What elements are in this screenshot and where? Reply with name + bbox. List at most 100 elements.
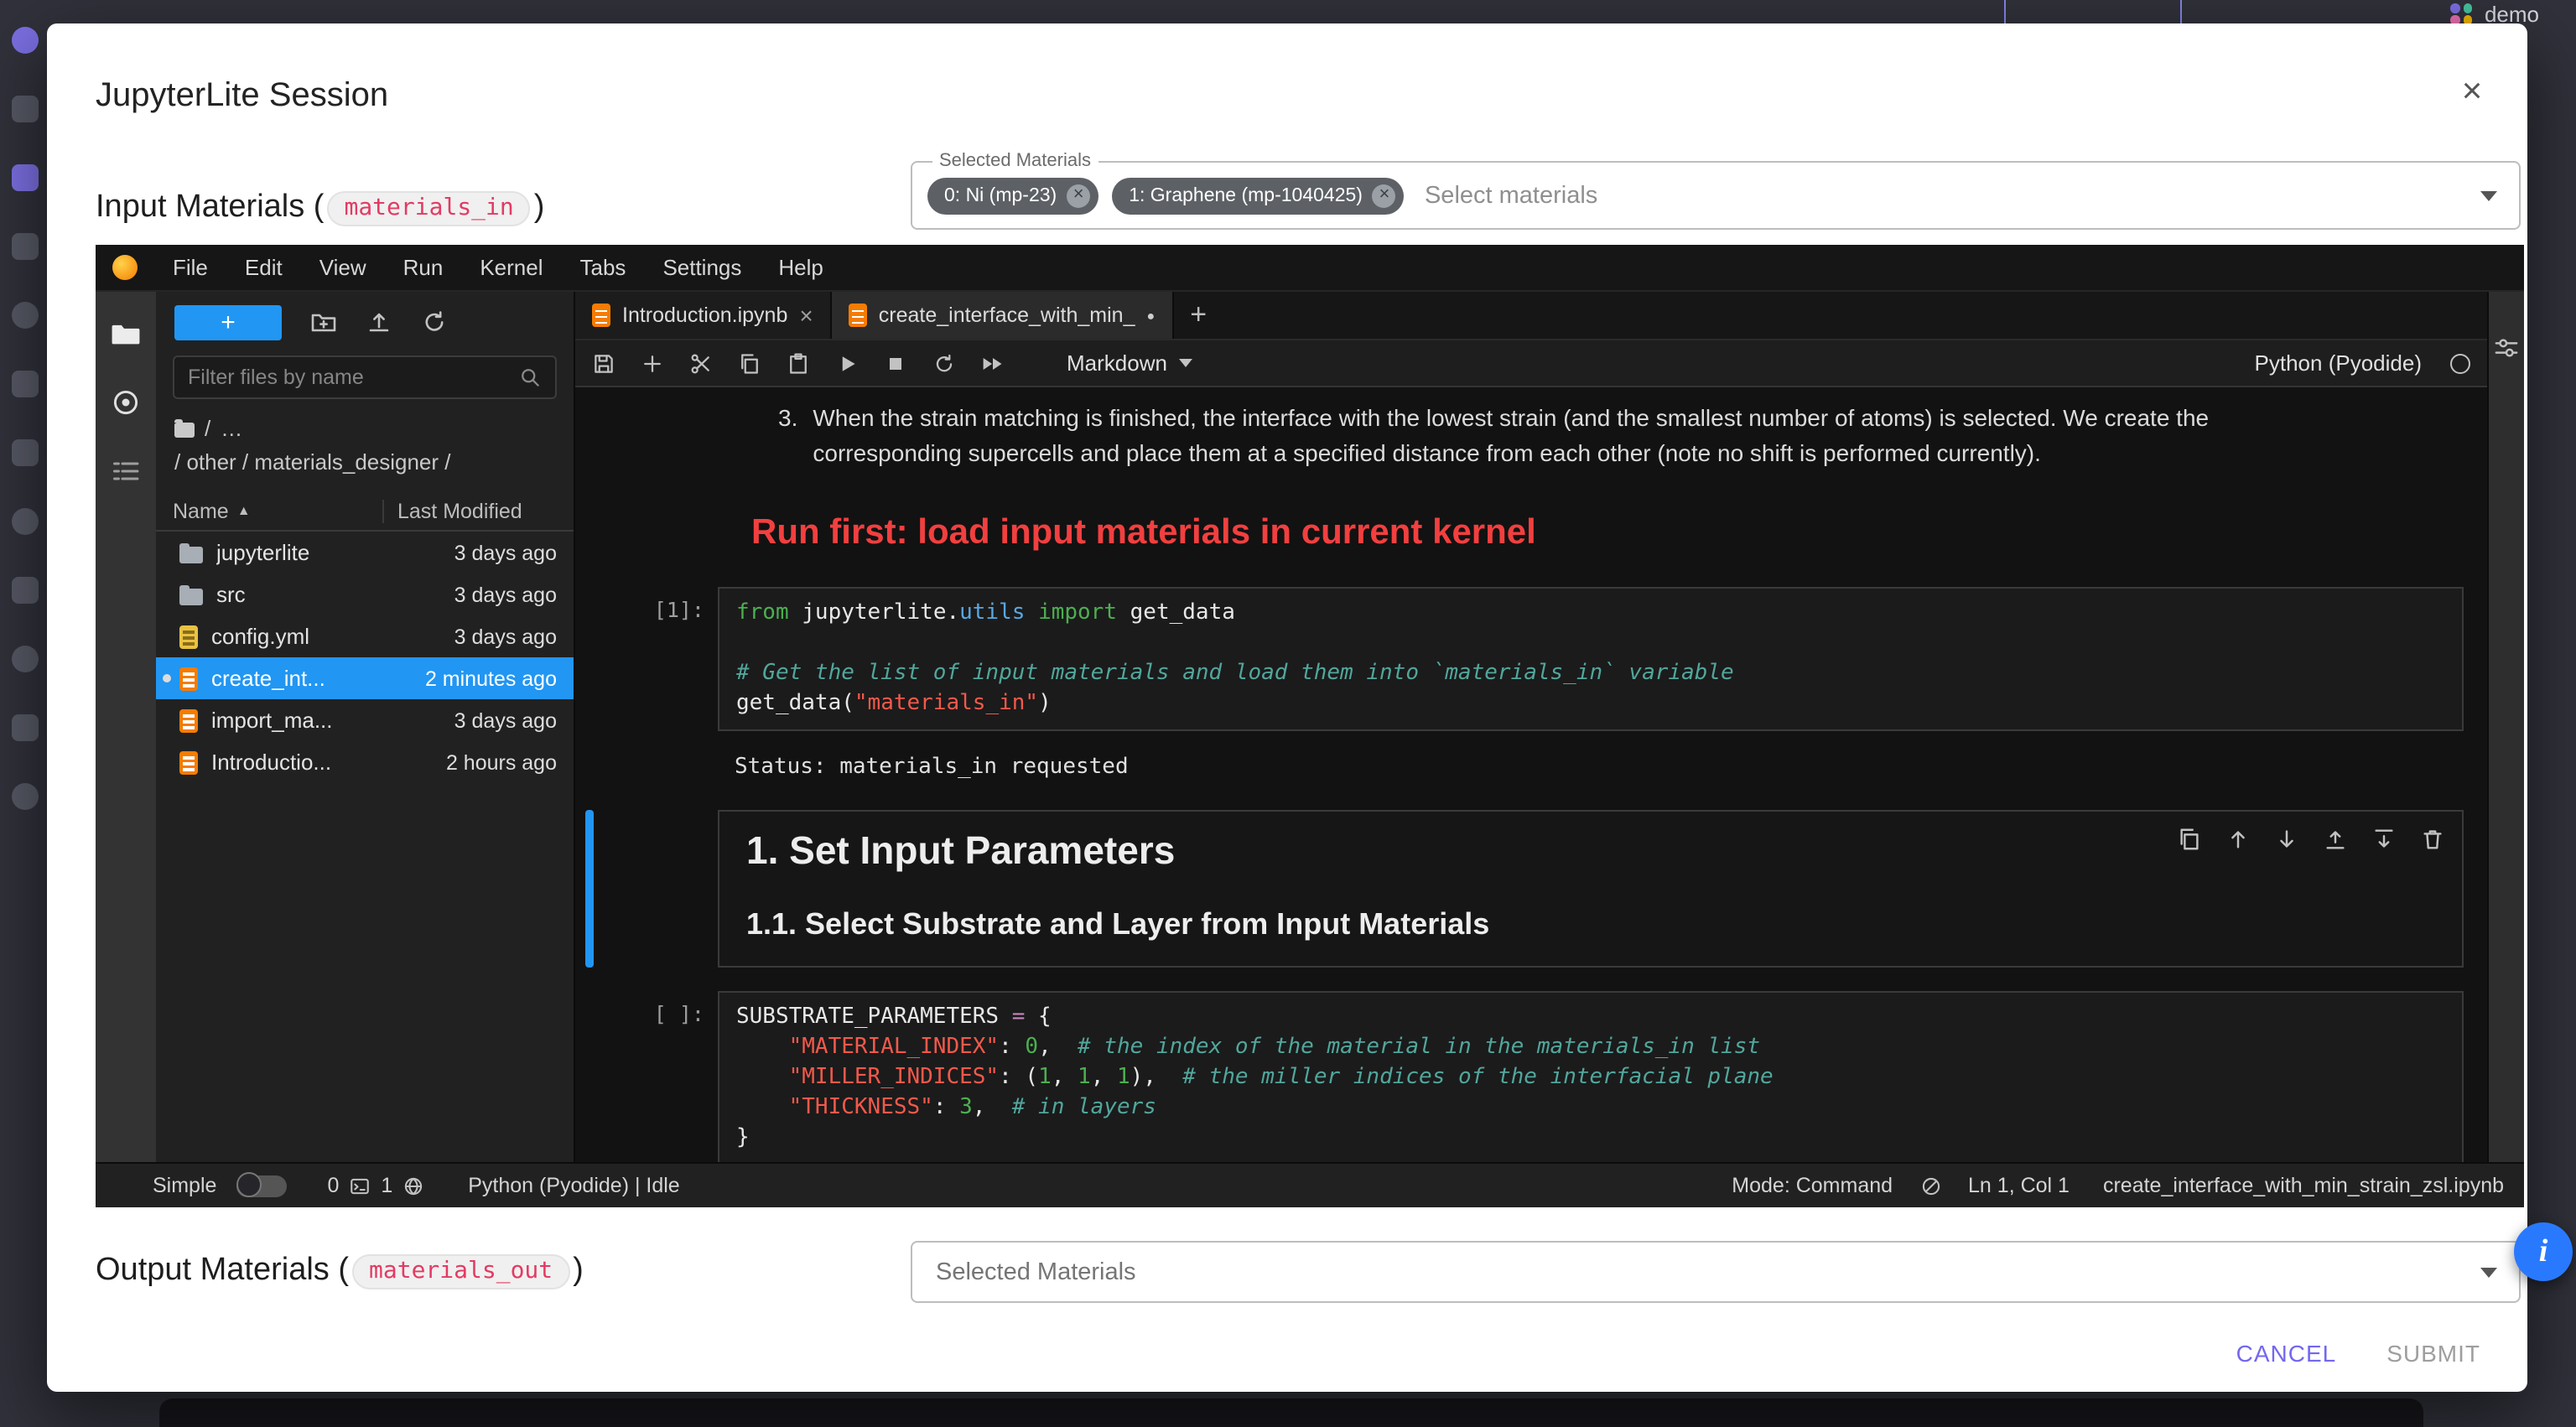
menu-item-file[interactable]: File: [154, 244, 226, 291]
home-folder-icon[interactable]: [174, 422, 195, 437]
stop-icon[interactable]: [884, 351, 907, 375]
column-name[interactable]: Name ▲: [173, 500, 382, 523]
restart-run-all-icon[interactable]: [981, 351, 1005, 375]
close-icon[interactable]: ×: [799, 302, 813, 329]
save-icon[interactable]: [592, 351, 615, 375]
file-row[interactable]: import_ma...3 days ago: [156, 700, 574, 742]
kernel-status-text[interactable]: Python (Pyodide) | Idle: [468, 1174, 679, 1197]
file-row[interactable]: Introductio...2 hours ago: [156, 742, 574, 784]
insert-cell-below-icon[interactable]: [2371, 827, 2397, 852]
cancel-button[interactable]: CANCEL: [2236, 1340, 2337, 1367]
new-tab-icon[interactable]: +: [1173, 292, 1223, 339]
command-mode-label[interactable]: Mode: Command: [1732, 1174, 1893, 1197]
filter-files-input[interactable]: Filter files by name: [173, 355, 557, 399]
new-launcher-button[interactable]: +: [174, 304, 282, 340]
trust-icon: [1919, 1175, 1941, 1196]
cell-type-dropdown[interactable]: Markdown: [1067, 350, 1192, 376]
new-folder-icon[interactable]: [310, 309, 337, 335]
restart-kernel-icon[interactable]: [932, 351, 956, 375]
delete-cell-icon[interactable]: [2420, 827, 2445, 852]
cell-collapser[interactable]: [585, 587, 594, 731]
cell-collapser[interactable]: [585, 401, 594, 553]
chip-delete-icon[interactable]: ×: [1373, 184, 1396, 207]
menu-item-run[interactable]: Run: [385, 244, 462, 291]
table-of-contents-icon[interactable]: [111, 456, 141, 486]
file-browser-icon[interactable]: [111, 319, 141, 349]
search-icon: [518, 366, 542, 389]
dirty-indicator-icon[interactable]: ●: [1147, 308, 1156, 323]
property-inspector-icon[interactable]: [2494, 335, 2519, 1162]
tab-create-interface-with-min-[interactable]: create_interface_with_min_●: [832, 292, 1173, 339]
menu-item-edit[interactable]: Edit: [226, 244, 301, 291]
tab-introduction-ipynb[interactable]: Introduction.ipynb ×: [575, 292, 832, 339]
menu-item-tabs[interactable]: Tabs: [562, 244, 645, 291]
close-icon[interactable]: ×: [2450, 70, 2494, 114]
output-materials-select[interactable]: Selected Materials: [911, 1241, 2521, 1303]
menu-item-kernel[interactable]: Kernel: [461, 244, 561, 291]
info-button[interactable]: i: [2514, 1222, 2573, 1281]
menu-item-help[interactable]: Help: [760, 244, 842, 291]
file-row[interactable]: src3 days ago: [156, 574, 574, 616]
filter-placeholder: Filter files by name: [188, 366, 364, 389]
run-icon[interactable]: [835, 351, 859, 375]
selected-markdown-cell[interactable]: 1. Set Input Parameters 1.1. Select Subs…: [585, 810, 2464, 968]
selected-materials-chips: 0: Ni (mp-23)× 1: Graphene (mp-1040425)×: [927, 177, 1405, 214]
paste-icon[interactable]: [787, 351, 810, 375]
file-row[interactable]: config.yml3 days ago: [156, 616, 574, 658]
execution-prompt: [ ]:: [600, 991, 718, 1162]
app-tool-icon: [12, 371, 39, 397]
material-chip[interactable]: 1: Graphene (mp-1040425)×: [1112, 177, 1405, 214]
code-cell[interactable]: [ ]: SUBSTRATE_PARAMETERS = { "MATERIAL_…: [585, 991, 2464, 1162]
column-last-modified[interactable]: Last Modified: [382, 500, 557, 523]
upload-icon[interactable]: [366, 309, 392, 335]
code-editor[interactable]: from jupyterlite.utils import get_data #…: [718, 587, 2464, 731]
copy-icon[interactable]: [738, 351, 761, 375]
terminals-count[interactable]: 0: [327, 1174, 339, 1197]
file-modified: 2 hours ago: [446, 751, 557, 775]
move-cell-up-icon[interactable]: [2225, 827, 2251, 852]
simple-mode-toggle[interactable]: [236, 1175, 287, 1196]
breadcrumb-path[interactable]: / other / materials_designer /: [174, 446, 555, 480]
material-chip[interactable]: 0: Ni (mp-23)×: [927, 177, 1098, 214]
chip-delete-icon[interactable]: ×: [1067, 184, 1090, 207]
cell-collapser[interactable]: [585, 810, 594, 968]
app-tool-icon: [12, 714, 39, 741]
menu-item-settings[interactable]: Settings: [644, 244, 760, 291]
menu-item-view[interactable]: View: [301, 244, 385, 291]
code-editor[interactable]: SUBSTRATE_PARAMETERS = { "MATERIAL_INDEX…: [718, 991, 2464, 1162]
cursor-position[interactable]: Ln 1, Col 1: [1968, 1174, 2070, 1197]
notebook-icon: [849, 304, 867, 327]
selected-materials-field[interactable]: Selected Materials 0: Ni (mp-23)×1: Grap…: [911, 161, 2521, 230]
chevron-down-icon[interactable]: [2480, 1268, 2497, 1278]
notebook-toolbar: Markdown Python (Pyodide): [575, 340, 2487, 387]
markdown-cell[interactable]: 3. When the strain matching is finished,…: [585, 401, 2464, 553]
running-kernels-icon[interactable]: [111, 387, 141, 418]
duplicate-cell-icon[interactable]: [2177, 827, 2202, 852]
file-row[interactable]: jupyterlite3 days ago: [156, 532, 574, 574]
background-panel: [159, 1398, 2423, 1427]
file-browser-panel: + Filter files by name: [156, 292, 575, 1162]
tab-label: Introduction.ipynb: [622, 304, 787, 327]
jupyter-logo-icon: [112, 255, 138, 280]
file-row[interactable]: create_int...2 minutes ago: [156, 658, 574, 700]
move-cell-down-icon[interactable]: [2274, 827, 2299, 852]
app-tool-icon: [12, 783, 39, 810]
kernels-count[interactable]: 1: [381, 1174, 392, 1197]
sort-asc-icon: ▲: [237, 504, 251, 519]
running-indicator: [163, 675, 171, 683]
active-filename[interactable]: create_interface_with_min_strain_zsl.ipy…: [2103, 1174, 2504, 1197]
notebook-content: 3. When the strain matching is finished,…: [575, 387, 2487, 1162]
dock-panel: Introduction.ipynb × create_interface_with…: [575, 292, 2487, 1162]
chevron-down-icon[interactable]: [2480, 191, 2497, 201]
code-cell[interactable]: [1]: from jupyterlite.utils import get_d…: [585, 587, 2464, 731]
simple-label: Simple: [153, 1174, 216, 1197]
cut-icon[interactable]: [689, 351, 713, 375]
insert-cell-above-icon[interactable]: [2323, 827, 2348, 852]
kernel-name[interactable]: Python (Pyodide): [2255, 350, 2422, 376]
insert-cell-icon[interactable]: [641, 351, 664, 375]
cell-collapser[interactable]: [585, 991, 594, 1162]
breadcrumb[interactable]: / … / other / materials_designer /: [156, 413, 574, 492]
submit-button[interactable]: SUBMIT: [2386, 1340, 2480, 1367]
refresh-icon[interactable]: [421, 309, 448, 335]
file-name: jupyterlite: [216, 541, 454, 566]
